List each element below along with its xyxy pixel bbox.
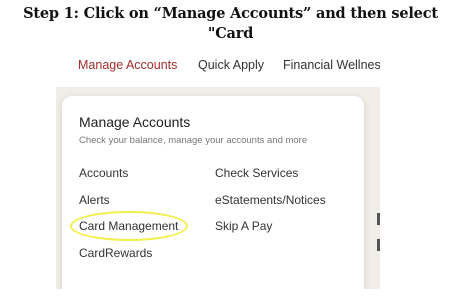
menu-title: Manage Accounts: [79, 114, 191, 130]
menu-link-estatements-notices[interactable]: eStatements/Notices: [215, 193, 326, 207]
scroll-edge-mark: [377, 213, 380, 225]
menu-link-check-services[interactable]: Check Services: [215, 166, 298, 180]
menu-link-alerts[interactable]: Alerts: [79, 193, 110, 207]
manage-accounts-dropdown: Manage Accounts Check your balance, mana…: [62, 96, 364, 289]
menu-link-accounts[interactable]: Accounts: [79, 166, 128, 180]
nav-financial-wellness[interactable]: Financial Wellness: [283, 58, 380, 72]
top-navigation-bar: Manage Accounts Quick Apply Financial We…: [56, 45, 380, 87]
screenshot-frame: Manage Accounts Quick Apply Financial We…: [56, 45, 380, 289]
instruction-line-1: Step 1: Click on “Manage Accounts” and t…: [23, 5, 438, 42]
menu-link-skip-a-pay[interactable]: Skip A Pay: [215, 219, 272, 233]
scroll-edge-mark: [377, 239, 380, 251]
menu-link-cardrewards[interactable]: CardRewards: [79, 246, 152, 260]
menu-subtitle: Check your balance, manage your accounts…: [79, 135, 308, 146]
nav-quick-apply[interactable]: Quick Apply: [198, 58, 264, 72]
highlight-circle-annotation: [70, 211, 188, 241]
nav-manage-accounts[interactable]: Manage Accounts: [78, 58, 177, 72]
